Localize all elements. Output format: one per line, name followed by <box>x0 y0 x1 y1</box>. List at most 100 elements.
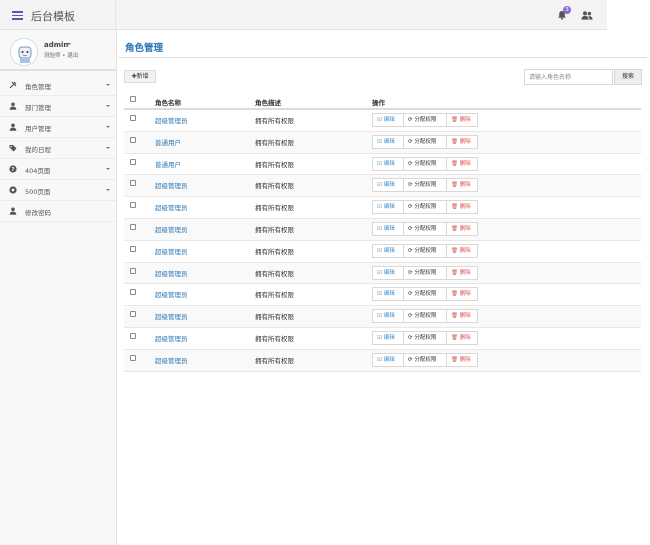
assign-label: 分配权限 <box>414 356 437 363</box>
delete-button[interactable]: 🗑 删除 <box>446 221 478 236</box>
top-bar: 后台模板 3 <box>0 0 607 30</box>
assign-permissions-button[interactable]: ⟳ 分配权限 <box>403 352 447 367</box>
chevron-down-icon[interactable] <box>67 43 71 45</box>
assign-label: 分配权限 <box>414 334 437 341</box>
trash-icon: 🗑 <box>451 291 460 298</box>
assign-permissions-button[interactable]: ⟳ 分配权限 <box>403 113 447 127</box>
edit-button[interactable]: ☑ 编辑 <box>372 352 404 367</box>
table-row: 超级管理员 拥有所有权限 ☑ 编辑 ⟳ 分配权限 🗑 删除 <box>124 306 641 328</box>
edit-button[interactable]: ☑ 编辑 <box>372 200 404 215</box>
hamburger-icon[interactable] <box>12 11 23 20</box>
edit-button[interactable]: ☑ 编辑 <box>372 309 404 324</box>
delete-button[interactable]: 🗑 删除 <box>446 200 478 215</box>
sidebar-item-user-management[interactable]: 用户管理 <box>0 117 116 138</box>
row-checkbox[interactable] <box>130 180 136 187</box>
delete-button[interactable]: 🗑 删除 <box>446 134 478 149</box>
delete-button[interactable]: 🗑 删除 <box>446 265 478 280</box>
edit-button[interactable]: ☑ 编辑 <box>372 330 404 345</box>
edit-label: 编辑 <box>383 356 395 363</box>
tag-icon <box>9 145 17 152</box>
row-actions: ☑ 编辑 ⟳ 分配权限 🗑 删除 <box>372 200 478 215</box>
select-all-checkbox[interactable] <box>130 96 136 102</box>
row-checkbox[interactable] <box>130 202 136 209</box>
role-name-link[interactable]: 超级管理员 <box>155 268 188 278</box>
assign-label: 分配权限 <box>414 269 437 276</box>
delete-label: 删除 <box>459 313 471 320</box>
assign-permissions-button[interactable]: ⟳ 分配权限 <box>403 287 447 302</box>
assign-permissions-button[interactable]: ⟳ 分配权限 <box>403 243 447 258</box>
sidebar-item-my-schedule[interactable]: 我的日程 <box>0 138 116 159</box>
role-name-link[interactable]: 超级管理员 <box>155 289 188 299</box>
edit-button[interactable]: ☑ 编辑 <box>372 156 404 171</box>
delete-button[interactable]: 🗑 删除 <box>446 287 478 302</box>
edit-button[interactable]: ☑ 编辑 <box>372 243 404 258</box>
logout-link[interactable]: 退出 <box>67 53 78 59</box>
assign-permissions-button[interactable]: ⟳ 分配权限 <box>403 221 447 236</box>
delete-button[interactable]: 🗑 删除 <box>446 156 478 171</box>
edit-label: 编辑 <box>383 247 395 254</box>
add-button[interactable]: ✚新增 <box>124 70 156 83</box>
chevron-down-icon <box>106 126 110 128</box>
assign-permissions-button[interactable]: ⟳ 分配权限 <box>403 200 447 215</box>
row-checkbox[interactable] <box>130 311 136 318</box>
edit-button[interactable]: ☑ 编辑 <box>372 265 404 280</box>
sidebar: admin 测验师 • 退出 角色管理 部门管理 用户管理 我的日程 ? 404… <box>0 30 117 545</box>
sidebar-item-change-password[interactable]: 修改密码 <box>0 201 116 222</box>
edit-icon: ☑ <box>377 117 384 123</box>
edit-button[interactable]: ☑ 编辑 <box>372 287 404 302</box>
edit-button[interactable]: ☑ 编辑 <box>372 113 404 127</box>
role-name-link[interactable]: 超级管理员 <box>155 246 188 256</box>
role-name-link[interactable]: 普通用户 <box>155 137 181 147</box>
row-checkbox[interactable] <box>130 158 136 165</box>
role-name-link[interactable]: 超级管理员 <box>155 333 188 343</box>
row-checkbox[interactable] <box>130 332 136 339</box>
delete-button[interactable]: 🗑 删除 <box>446 243 478 258</box>
role-name-link[interactable]: 超级管理员 <box>155 202 188 212</box>
role-name-link[interactable]: 普通用户 <box>155 159 181 169</box>
edit-icon: ☑ <box>377 204 384 211</box>
chevron-down-icon <box>106 147 110 149</box>
role-name-link[interactable]: 超级管理员 <box>155 224 188 234</box>
row-checkbox[interactable] <box>130 245 136 252</box>
assign-permissions-button[interactable]: ⟳ 分配权限 <box>403 134 447 149</box>
row-checkbox[interactable] <box>130 354 136 361</box>
search-input[interactable] <box>524 69 613 85</box>
search-button[interactable]: 搜索 <box>614 69 642 85</box>
edit-icon: ☑ <box>377 182 384 189</box>
assign-permissions-button[interactable]: ⟳ 分配权限 <box>403 330 447 345</box>
assign-label: 分配权限 <box>414 313 437 320</box>
delete-button[interactable]: 🗑 删除 <box>446 309 478 324</box>
delete-button[interactable]: 🗑 删除 <box>446 178 478 193</box>
user-name[interactable]: admin <box>44 41 68 49</box>
sidebar-item-404-page[interactable]: ? 404页面 <box>0 159 116 180</box>
sidebar-item-500-page[interactable]: 500页面 <box>0 180 116 201</box>
role-name-link[interactable]: 超级管理员 <box>155 180 188 190</box>
row-checkbox[interactable] <box>130 223 136 230</box>
row-checkbox[interactable] <box>130 289 136 296</box>
users-icon[interactable] <box>581 11 593 20</box>
sidebar-item-department-management[interactable]: 部门管理 <box>0 96 116 117</box>
assign-permissions-button[interactable]: ⟳ 分配权限 <box>403 156 447 171</box>
delete-button[interactable]: 🗑 删除 <box>446 113 478 127</box>
row-checkbox[interactable] <box>130 267 136 274</box>
edit-button[interactable]: ☑ 编辑 <box>372 178 404 193</box>
row-checkbox[interactable] <box>130 115 136 121</box>
role-name-link[interactable]: 超级管理员 <box>155 115 188 125</box>
row-checkbox[interactable] <box>130 136 136 143</box>
delete-button[interactable]: 🗑 删除 <box>446 330 478 345</box>
trash-icon: 🗑 <box>451 204 460 211</box>
role-name-link[interactable]: 超级管理员 <box>155 355 188 365</box>
separator-dot: • <box>62 53 66 59</box>
avatar[interactable] <box>10 38 38 66</box>
assign-permissions-button[interactable]: ⟳ 分配权限 <box>403 309 447 324</box>
edit-label: 编辑 <box>383 182 395 189</box>
delete-label: 删除 <box>459 291 471 298</box>
sidebar-item-role-management[interactable]: 角色管理 <box>0 75 116 96</box>
role-name-link[interactable]: 超级管理员 <box>155 311 188 321</box>
assign-permissions-button[interactable]: ⟳ 分配权限 <box>403 178 447 193</box>
assign-permissions-button[interactable]: ⟳ 分配权限 <box>403 265 447 280</box>
delete-button[interactable]: 🗑 删除 <box>446 352 478 367</box>
edit-button[interactable]: ☑ 编辑 <box>372 221 404 236</box>
edit-button[interactable]: ☑ 编辑 <box>372 134 404 149</box>
brand: 后台模板 <box>0 0 116 30</box>
